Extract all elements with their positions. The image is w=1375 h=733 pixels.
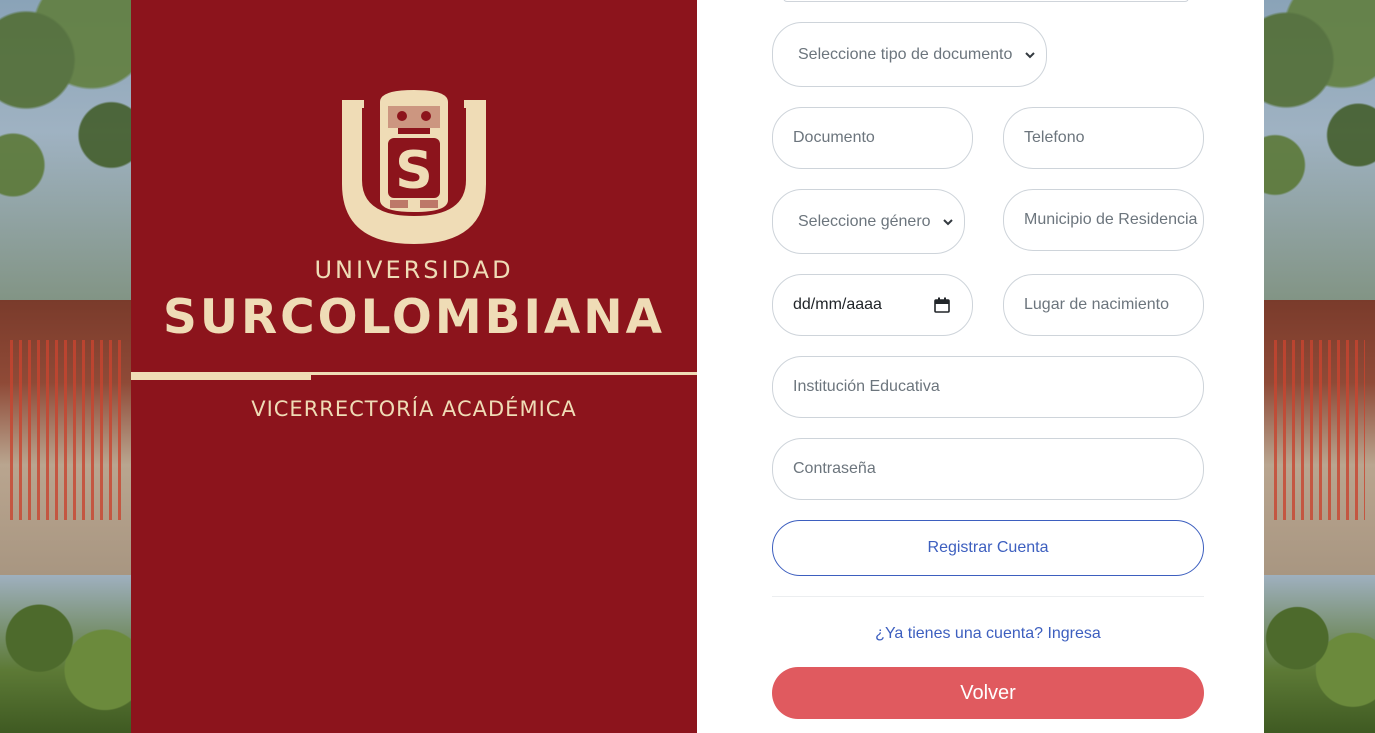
university-shield-logo: S: [342, 90, 486, 244]
calendar-icon[interactable]: [934, 297, 950, 313]
login-link[interactable]: ¿Ya tienes una cuenta? Ingresa: [772, 625, 1204, 643]
municipality-input[interactable]: Municipio de Residencia: [1003, 189, 1204, 251]
department-name: VICERRECTORÍA ACADÉMICA: [251, 397, 577, 421]
gender-select[interactable]: Seleccione género: [772, 189, 965, 254]
previous-field-edge: [783, 0, 1189, 2]
birthplace-input-placeholder: Lugar de nacimiento: [1024, 296, 1169, 313]
password-input[interactable]: Contraseña: [772, 438, 1204, 500]
chevron-down-icon: [1025, 51, 1035, 58]
municipality-input-placeholder: Municipio de Residencia: [1024, 211, 1198, 228]
phone-input-placeholder: Telefono: [1024, 129, 1085, 146]
document-type-select-value: Seleccione tipo de documento: [798, 45, 1013, 63]
birth-date-input[interactable]: dd/mm/aaaa: [772, 274, 973, 336]
university-label: UNIVERSIDAD: [314, 256, 514, 284]
background-photo-left: [0, 0, 131, 733]
university-name: SURCOLOMBIANA: [162, 290, 666, 345]
registration-form: Seleccione tipo de documento Documento T…: [697, 0, 1264, 733]
back-button[interactable]: Volver: [772, 667, 1204, 719]
gender-select-value: Seleccione género: [798, 212, 931, 230]
brand-panel: S UNIVERSIDAD SURCOLOMBIANA VICERRECTORÍ…: [131, 0, 697, 733]
phone-input[interactable]: Telefono: [1003, 107, 1204, 169]
institution-input-placeholder: Institución Educativa: [793, 378, 940, 395]
register-account-button[interactable]: Registrar Cuenta: [772, 520, 1204, 576]
background-photo-right: [1264, 0, 1375, 733]
institution-input[interactable]: Institución Educativa: [772, 356, 1204, 418]
form-divider: [772, 596, 1204, 597]
document-type-select[interactable]: Seleccione tipo de documento: [772, 22, 1047, 87]
svg-text:S: S: [395, 141, 432, 201]
birth-date-value: dd/mm/aaaa: [793, 296, 882, 313]
chevron-down-icon: [943, 218, 953, 225]
document-input[interactable]: Documento: [772, 107, 973, 169]
password-input-placeholder: Contraseña: [793, 460, 876, 477]
birthplace-input[interactable]: Lugar de nacimiento: [1003, 274, 1204, 336]
document-input-placeholder: Documento: [793, 129, 875, 146]
brand-divider-accent: [131, 375, 311, 380]
